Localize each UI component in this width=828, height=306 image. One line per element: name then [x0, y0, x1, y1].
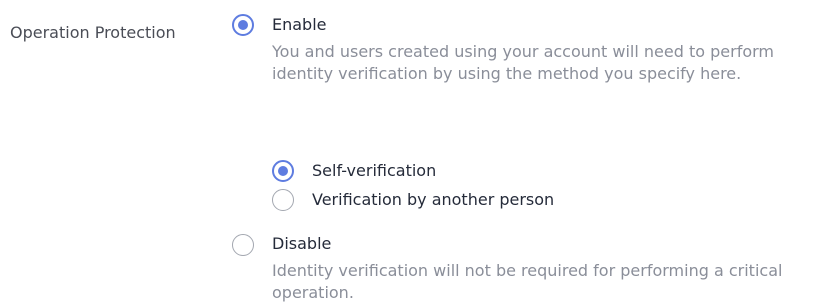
enable-description: You and users created using your account…: [272, 42, 775, 83]
self-verification-radio[interactable]: [272, 160, 294, 182]
self-verification-label[interactable]: Self-verification: [312, 160, 436, 182]
operation-protection-label: Operation Protection: [10, 23, 176, 42]
verification-by-another-person-label[interactable]: Verification by another person: [312, 189, 554, 211]
radio-checked-icon: [238, 20, 248, 30]
radio-checked-icon: [278, 166, 288, 176]
disable-radio[interactable]: [232, 234, 254, 256]
disable-label[interactable]: Disable: [272, 233, 331, 255]
enable-label[interactable]: Enable: [272, 14, 327, 36]
enable-radio[interactable]: [232, 14, 254, 36]
verification-by-another-person-radio[interactable]: [272, 189, 294, 211]
disable-description: Identity verification will not be requir…: [272, 261, 783, 302]
